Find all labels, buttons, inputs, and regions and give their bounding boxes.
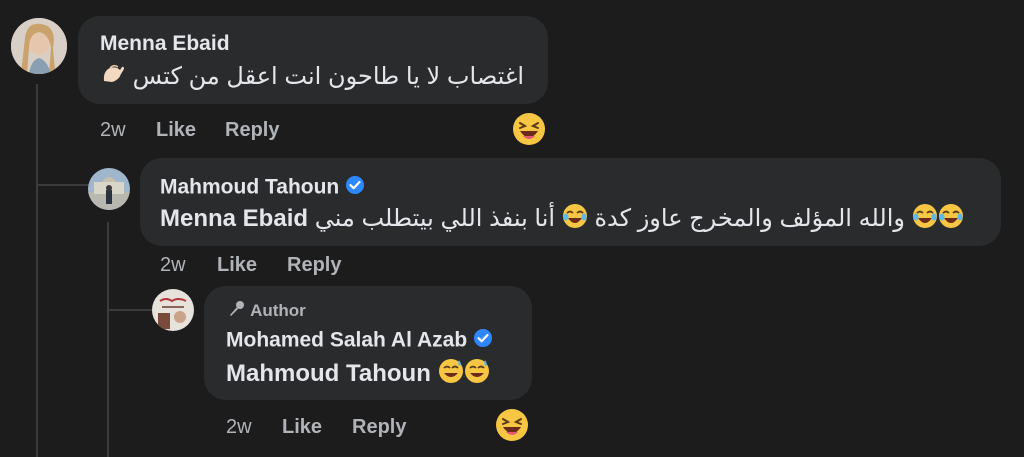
mention-link[interactable]: Menna Ebaid (160, 205, 308, 232)
reply-button[interactable]: Reply (287, 254, 341, 277)
comment-time[interactable]: 2w (100, 119, 126, 142)
avatar[interactable] (152, 289, 194, 331)
microphone-icon (226, 299, 246, 324)
thread-line-branch-2 (107, 309, 153, 311)
comment-text: اغتصاب لا يا طاحون انت اعقل من كتس (100, 61, 524, 94)
tears-of-joy-icon (562, 203, 588, 236)
grinning-sweat-icon (464, 358, 490, 391)
grinning-squinting-face-icon[interactable] (495, 408, 529, 447)
pinching-hand-icon (100, 61, 126, 94)
comment-text: Mahmoud Tahoun (226, 358, 490, 391)
comment-text-part-1: والله المؤلف والمخرج عاوز كدة (594, 204, 905, 232)
grinning-sweat-icon (438, 358, 464, 391)
comment-time[interactable]: 2w (226, 416, 252, 439)
like-button[interactable]: Like (156, 119, 196, 142)
reply-button[interactable]: Reply (225, 119, 279, 142)
like-button[interactable]: Like (282, 416, 322, 439)
author-badge: Author (226, 299, 306, 324)
grinning-squinting-face-icon[interactable] (512, 112, 546, 151)
comment-text: Menna Ebaid أنا بنفذ اللي بيتطلب مني وال… (160, 203, 964, 236)
comment-author-name[interactable]: Mohamed Salah Al Azab (226, 328, 493, 354)
thread-line-branch-1 (36, 184, 92, 186)
verified-badge-icon (345, 175, 365, 201)
like-button[interactable]: Like (217, 254, 257, 277)
mention-link[interactable]: Mahmoud Tahoun (226, 360, 431, 387)
author-name-text[interactable]: Mohamed Salah Al Azab (226, 329, 467, 352)
thread-line-main (36, 84, 38, 457)
avatar[interactable] (88, 168, 130, 210)
tears-of-joy-icon (912, 203, 938, 236)
thread-line-sub (107, 222, 109, 457)
author-badge-label: Author (250, 300, 306, 320)
comment-time[interactable]: 2w (160, 254, 186, 277)
comment-text-content: اغتصاب لا يا طاحون انت اعقل من كتس (132, 62, 525, 90)
comment-text-part-2: أنا بنفذ اللي بيتطلب مني (314, 204, 556, 232)
verified-badge-icon (473, 328, 493, 354)
comment-author-name[interactable]: Menna Ebaid (100, 32, 230, 56)
avatar[interactable] (11, 18, 67, 74)
author-name-text[interactable]: Mahmoud Tahoun (160, 176, 339, 199)
tears-of-joy-icon (938, 203, 964, 236)
reply-button[interactable]: Reply (352, 416, 406, 439)
comment-author-name[interactable]: Mahmoud Tahoun (160, 175, 365, 201)
